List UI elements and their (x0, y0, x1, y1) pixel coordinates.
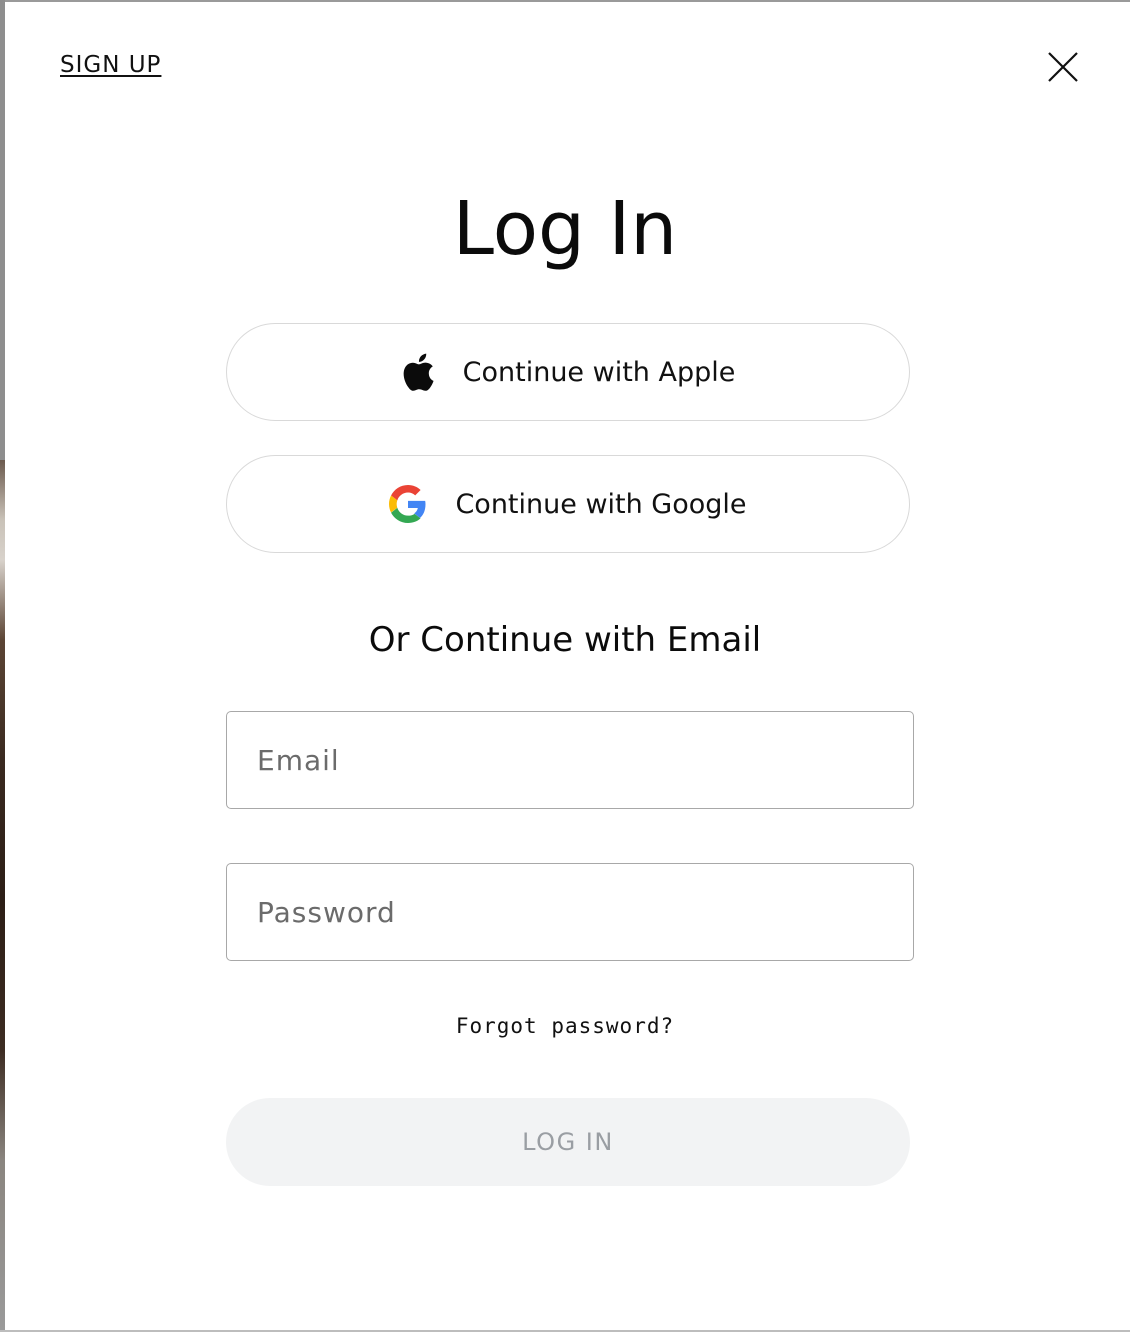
page-title: Log In (452, 186, 678, 272)
apple-icon (401, 352, 435, 392)
top-border (0, 0, 1130, 2)
login-modal: SIGN UP Log In Continue with Apple Conti… (0, 0, 1130, 1332)
google-icon (389, 485, 427, 523)
login-button-label: LOG IN (522, 1128, 614, 1156)
forgot-password-link[interactable]: Forgot password? (0, 1014, 1130, 1038)
google-button-label: Continue with Google (455, 488, 747, 520)
close-button[interactable] (1044, 48, 1082, 86)
close-icon (1048, 52, 1078, 82)
signup-link[interactable]: SIGN UP (60, 52, 161, 78)
email-section-heading: Or Continue with Email (368, 620, 762, 660)
login-button[interactable]: LOG IN (226, 1098, 910, 1186)
password-field[interactable] (226, 863, 914, 961)
email-field[interactable] (226, 711, 914, 809)
continue-with-apple-button[interactable]: Continue with Apple (226, 323, 910, 421)
continue-with-google-button[interactable]: Continue with Google (226, 455, 910, 553)
apple-button-label: Continue with Apple (462, 356, 736, 388)
